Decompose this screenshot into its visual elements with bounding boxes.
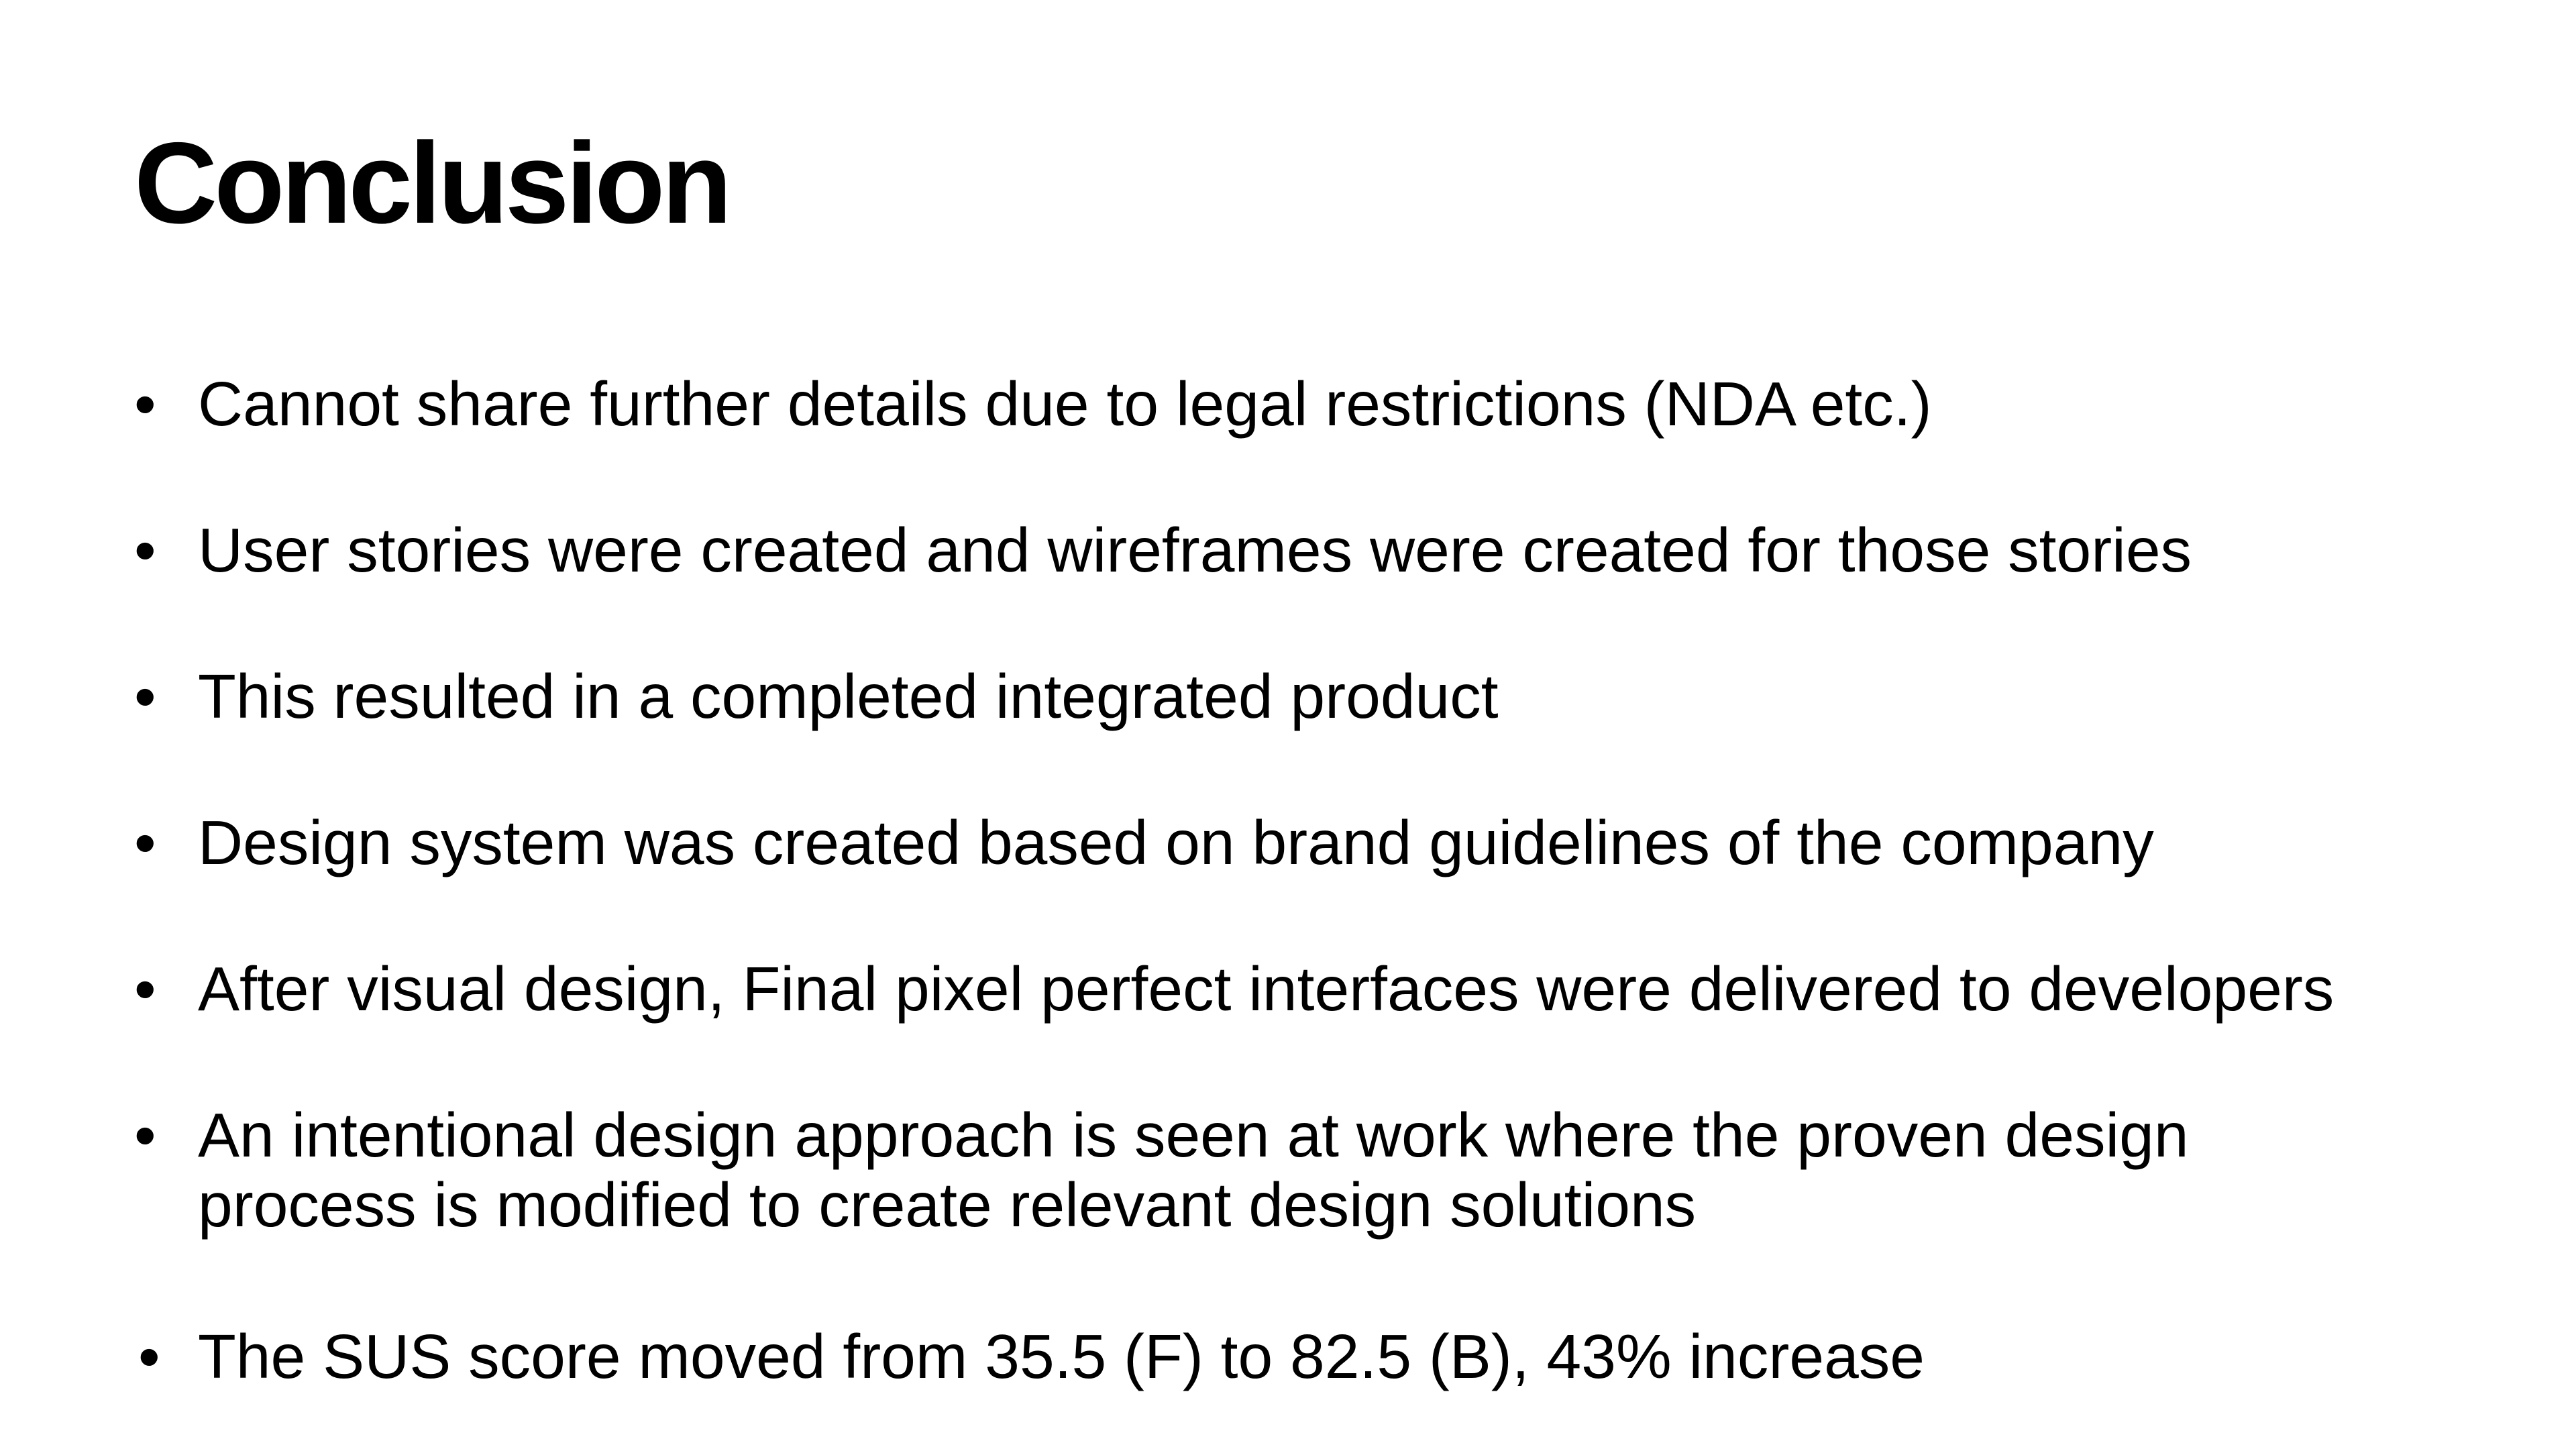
bullet-text: After visual design, Final pixel perfect… <box>198 954 2479 1024</box>
bullet-text: An intentional design approach is seen a… <box>198 1100 2479 1240</box>
bullet-line: An intentional design approach is seen a… <box>198 1100 2189 1170</box>
bullet-text: Cannot share further details due to lega… <box>198 369 2479 439</box>
bullet-dot-icon: • <box>134 369 156 439</box>
bullet-dot-icon: • <box>138 1322 160 1391</box>
bullet-dot-icon: • <box>134 808 156 877</box>
bullet-text: Design system was created based on brand… <box>198 808 2479 877</box>
bullet-text: This resulted in a completed integrated … <box>198 661 2479 731</box>
bullet-dot-icon: • <box>134 1100 156 1170</box>
bullet-line: Cannot share further details due to lega… <box>198 369 1932 439</box>
bullet-dot-icon: • <box>134 954 156 1024</box>
bullet-line: Design system was created based on brand… <box>198 808 2154 877</box>
bullet-text: User stories were created and wireframes… <box>198 515 2479 585</box>
bullet-dot-icon: • <box>134 661 156 731</box>
slide-title: Conclusion <box>134 119 732 248</box>
bullet-line: User stories were created and wireframes… <box>198 515 2192 585</box>
bullet-line: The SUS score moved from 35.5 (F) to 82.… <box>198 1322 1925 1391</box>
bullet-line: This resulted in a completed integrated … <box>198 661 1499 731</box>
bullet-dot-icon: • <box>134 515 156 585</box>
bullet-text: The SUS score moved from 35.5 (F) to 82.… <box>198 1322 2479 1391</box>
bullet-line: After visual design, Final pixel perfect… <box>198 954 2334 1024</box>
bullet-line: process is modified to create relevant d… <box>198 1170 1697 1240</box>
slide: Conclusion • Cannot share further detail… <box>0 0 2576 1449</box>
